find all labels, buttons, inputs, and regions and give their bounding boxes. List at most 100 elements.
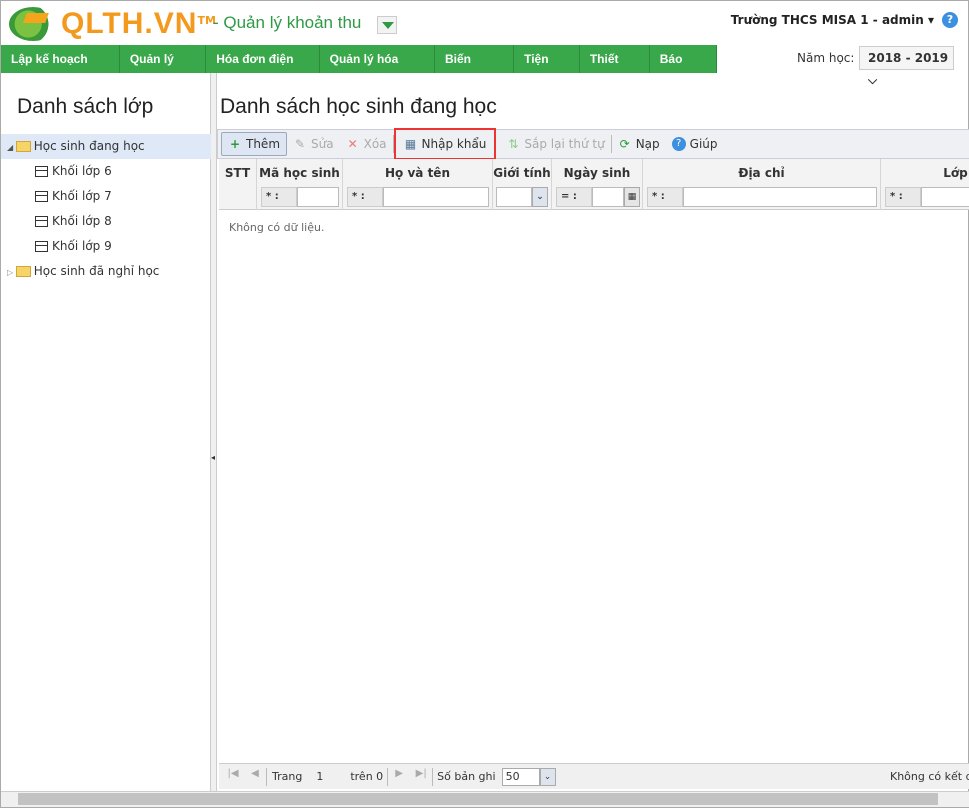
- edit-icon: ✎: [294, 137, 306, 151]
- column-stt[interactable]: STT: [219, 159, 257, 210]
- import-button[interactable]: ▦ Nhập khẩu: [393, 128, 497, 160]
- nav-bao-cao[interactable]: Báo cáo: [650, 45, 717, 94]
- nav-hoa-don-dien-tu[interactable]: Hóa đơn điện tử: [206, 45, 320, 94]
- delete-icon: ✕: [347, 137, 358, 151]
- column-label: Ngày sinh: [563, 166, 631, 180]
- first-page-icon[interactable]: |◀: [225, 768, 241, 786]
- delete-label: Xóa: [363, 137, 387, 151]
- tree-item-hoc-sinh-da-nghi-hoc[interactable]: ▷ Học sinh đã nghỉ học: [1, 259, 211, 284]
- list-icon: [35, 166, 48, 177]
- left-panel: Danh sách lớp ◢ Học sinh đang học Khối l…: [1, 73, 211, 791]
- filter-ngay-sinh[interactable]: [592, 187, 624, 207]
- separator: [432, 767, 434, 786]
- separator: [387, 767, 389, 786]
- panel-splitter[interactable]: ◂: [211, 73, 217, 791]
- reload-button[interactable]: ⟳ Nạp: [612, 132, 666, 156]
- add-label: Thêm: [246, 137, 281, 151]
- tree-item-khoi-9[interactable]: Khối lớp 9: [1, 234, 211, 259]
- tree-label: Khối lớp 6: [52, 164, 112, 178]
- nav-bien-dong[interactable]: Biến động: [435, 45, 515, 94]
- column-ngay-sinh[interactable]: Ngày sinh = : ▦: [552, 159, 643, 210]
- help-button[interactable]: ? Giúp: [666, 132, 724, 156]
- page-count: trên 0: [350, 770, 384, 783]
- add-button[interactable]: + Thêm: [221, 132, 288, 156]
- tree-label: Khối lớp 9: [52, 239, 112, 253]
- brand-text: QLTH.VN: [61, 7, 198, 40]
- nav-thiet-lap[interactable]: Thiết lập: [580, 45, 650, 94]
- tree-item-khoi-8[interactable]: Khối lớp 8: [1, 209, 211, 234]
- column-label: Giới tính: [493, 166, 551, 180]
- page-title: Danh sách học sinh đang học: [220, 95, 497, 118]
- tree-label: Học sinh đã nghỉ học: [33, 264, 160, 278]
- filter-operator[interactable]: * :: [261, 187, 297, 207]
- nav-lap-ke-hoach-thu[interactable]: Lập kế hoạch thu: [1, 45, 120, 94]
- list-icon: [35, 191, 48, 202]
- column-ho-va-ten[interactable]: Họ và tên * :: [343, 159, 493, 210]
- page-input[interactable]: 1: [316, 770, 340, 783]
- chevron-down-icon[interactable]: ⌄: [539, 767, 556, 786]
- result-status: Không có kết quả: [890, 770, 969, 783]
- grid-header: STT Mã học sinh * : Họ và tên * : Giới t…: [219, 159, 969, 210]
- edit-label: Sửa: [311, 137, 334, 151]
- prev-page-icon[interactable]: ◀: [247, 768, 263, 786]
- import-label: Nhập khẩu: [421, 137, 487, 151]
- reorder-button[interactable]: ⇅ Sắp lại thứ tự: [500, 132, 610, 156]
- calendar-icon[interactable]: ▦: [624, 187, 640, 207]
- logo-icon: [9, 7, 57, 41]
- page-label: Trang: [272, 770, 303, 783]
- tree-label: Học sinh đang học: [33, 139, 145, 153]
- add-icon: +: [229, 137, 241, 151]
- reorder-label: Sắp lại thứ tự: [524, 137, 605, 151]
- import-icon: ▦: [404, 137, 417, 151]
- app-switch-dropdown[interactable]: [377, 16, 397, 34]
- filter-operator[interactable]: * :: [647, 187, 683, 207]
- list-icon: [35, 216, 48, 227]
- nav-quan-ly-hoa-don[interactable]: Quản lý hóa đơn: [320, 45, 435, 94]
- chevron-down-icon[interactable]: ⌄: [532, 187, 548, 207]
- user-menu[interactable]: Trường THCS MISA 1 - admin ▾: [731, 13, 934, 27]
- year-select[interactable]: 2018 - 2019 ⌵: [859, 46, 954, 87]
- next-page-icon[interactable]: ▶: [391, 768, 407, 786]
- nav-tien-ich[interactable]: Tiện ích: [514, 45, 580, 94]
- edit-button[interactable]: ✎ Sửa: [287, 132, 340, 156]
- help-icon: ?: [671, 137, 686, 151]
- filter-operator[interactable]: = :: [556, 187, 592, 207]
- app-title: - Quản lý khoản thu: [213, 13, 362, 32]
- tree-item-hoc-sinh-dang-hoc[interactable]: ◢ Học sinh đang học: [1, 134, 211, 159]
- reload-label: Nạp: [635, 137, 660, 151]
- toolbar: + Thêm ✎ Sửa ✕ Xóa ▦ Nhập khẩu ⇅ Sắp lại thứ …: [217, 128, 969, 160]
- reload-icon: ⟳: [619, 137, 630, 151]
- separator: [392, 135, 394, 153]
- help-icon[interactable]: ?: [942, 12, 958, 28]
- tree-item-khoi-6[interactable]: Khối lớp 6: [1, 159, 211, 184]
- column-ma-hoc-sinh[interactable]: Mã học sinh * :: [257, 159, 343, 210]
- filter-ho-va-ten[interactable]: [383, 187, 489, 207]
- column-label: Lớp: [943, 166, 968, 180]
- list-icon: [35, 241, 48, 252]
- column-label: STT: [224, 166, 251, 180]
- help-label: Giúp: [689, 137, 718, 151]
- separator: [266, 767, 267, 786]
- column-lop[interactable]: Lớp * :: [881, 159, 969, 210]
- column-dia-chi[interactable]: Địa chỉ * :: [643, 159, 881, 210]
- last-page-icon[interactable]: ▶|: [413, 768, 429, 786]
- logo: QLTH.VN TM: [9, 7, 216, 41]
- filter-lop[interactable]: [921, 187, 969, 207]
- scrollbar-thumb[interactable]: [18, 793, 938, 805]
- filter-operator[interactable]: * :: [885, 187, 921, 207]
- column-gioi-tinh[interactable]: Giới tính ⌄: [493, 159, 552, 210]
- column-label: Địa chỉ: [738, 166, 785, 180]
- left-panel-title: Danh sách lớp: [17, 95, 154, 118]
- folder-icon: [15, 266, 31, 277]
- page-size-label: Số bản ghi: [437, 770, 496, 783]
- filter-operator[interactable]: * :: [347, 187, 383, 207]
- page-size-select[interactable]: 50: [501, 767, 540, 786]
- filter-dia-chi[interactable]: [683, 187, 877, 207]
- nav-quan-ly-thu[interactable]: Quản lý thu: [120, 45, 207, 94]
- filter-gioi-tinh[interactable]: [496, 187, 532, 207]
- reorder-icon: ⇅: [508, 137, 519, 151]
- tree-item-khoi-7[interactable]: Khối lớp 7: [1, 184, 211, 209]
- filter-ma-hoc-sinh[interactable]: [297, 187, 339, 207]
- tree-label: Khối lớp 7: [52, 189, 112, 203]
- delete-button[interactable]: ✕ Xóa: [340, 132, 393, 156]
